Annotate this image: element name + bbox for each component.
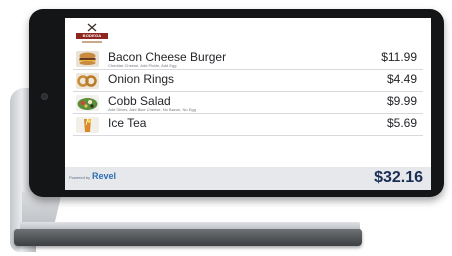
order-item-row[interactable]: Onion Rings $4.49 xyxy=(73,70,423,92)
fork-knife-icon xyxy=(87,23,97,32)
item-name: Bacon Cheese Burger xyxy=(108,50,227,64)
salad-icon xyxy=(76,95,99,111)
item-name: Cobb Salad xyxy=(108,94,171,108)
tablet-stand-neck xyxy=(22,192,62,226)
logo-band: BODEGA xyxy=(76,33,108,39)
item-modifiers: Cheddar Cheese, Add Pickle, Add Egg xyxy=(108,63,177,68)
item-modifiers: Add Olives, Add Blue Cheese, No Bacon, N… xyxy=(108,107,196,112)
item-name: Ice Tea xyxy=(108,116,147,130)
order-footer: Powered by Revel $32.16 xyxy=(65,167,431,190)
order-item-row[interactable]: Bacon Cheese Burger Cheddar Cheese, Add … xyxy=(73,48,423,70)
order-item-row[interactable]: Cobb Salad Add Olives, Add Blue Cheese, … xyxy=(73,92,423,114)
ice-tea-icon xyxy=(76,117,99,133)
customer-display-screen: BODEGA Bacon Cheese Burger Cheddar Chees… xyxy=(65,18,431,190)
order-total: $32.16 xyxy=(374,169,423,186)
camera-icon xyxy=(41,93,48,100)
burger-icon xyxy=(76,51,99,67)
powered-by-label: Powered by xyxy=(69,175,91,180)
item-price: $11.99 xyxy=(381,50,417,64)
item-price: $9.99 xyxy=(386,94,417,108)
product-photo: BODEGA Bacon Cheese Burger Cheddar Chees… xyxy=(0,0,452,256)
revel-logo: Revel xyxy=(92,171,117,181)
onion-rings-icon xyxy=(76,73,99,89)
tablet-device: BODEGA Bacon Cheese Burger Cheddar Chees… xyxy=(29,9,444,197)
restaurant-logo: BODEGA xyxy=(75,23,109,45)
tablet-stand-base xyxy=(14,229,362,246)
logo-underline xyxy=(82,41,102,43)
order-item-row[interactable]: Ice Tea $5.69 xyxy=(73,114,423,136)
item-price: $4.49 xyxy=(386,72,417,86)
item-name: Onion Rings xyxy=(108,72,175,86)
item-price: $5.69 xyxy=(386,116,417,130)
order-item-list: Bacon Cheese Burger Cheddar Cheese, Add … xyxy=(73,48,423,136)
